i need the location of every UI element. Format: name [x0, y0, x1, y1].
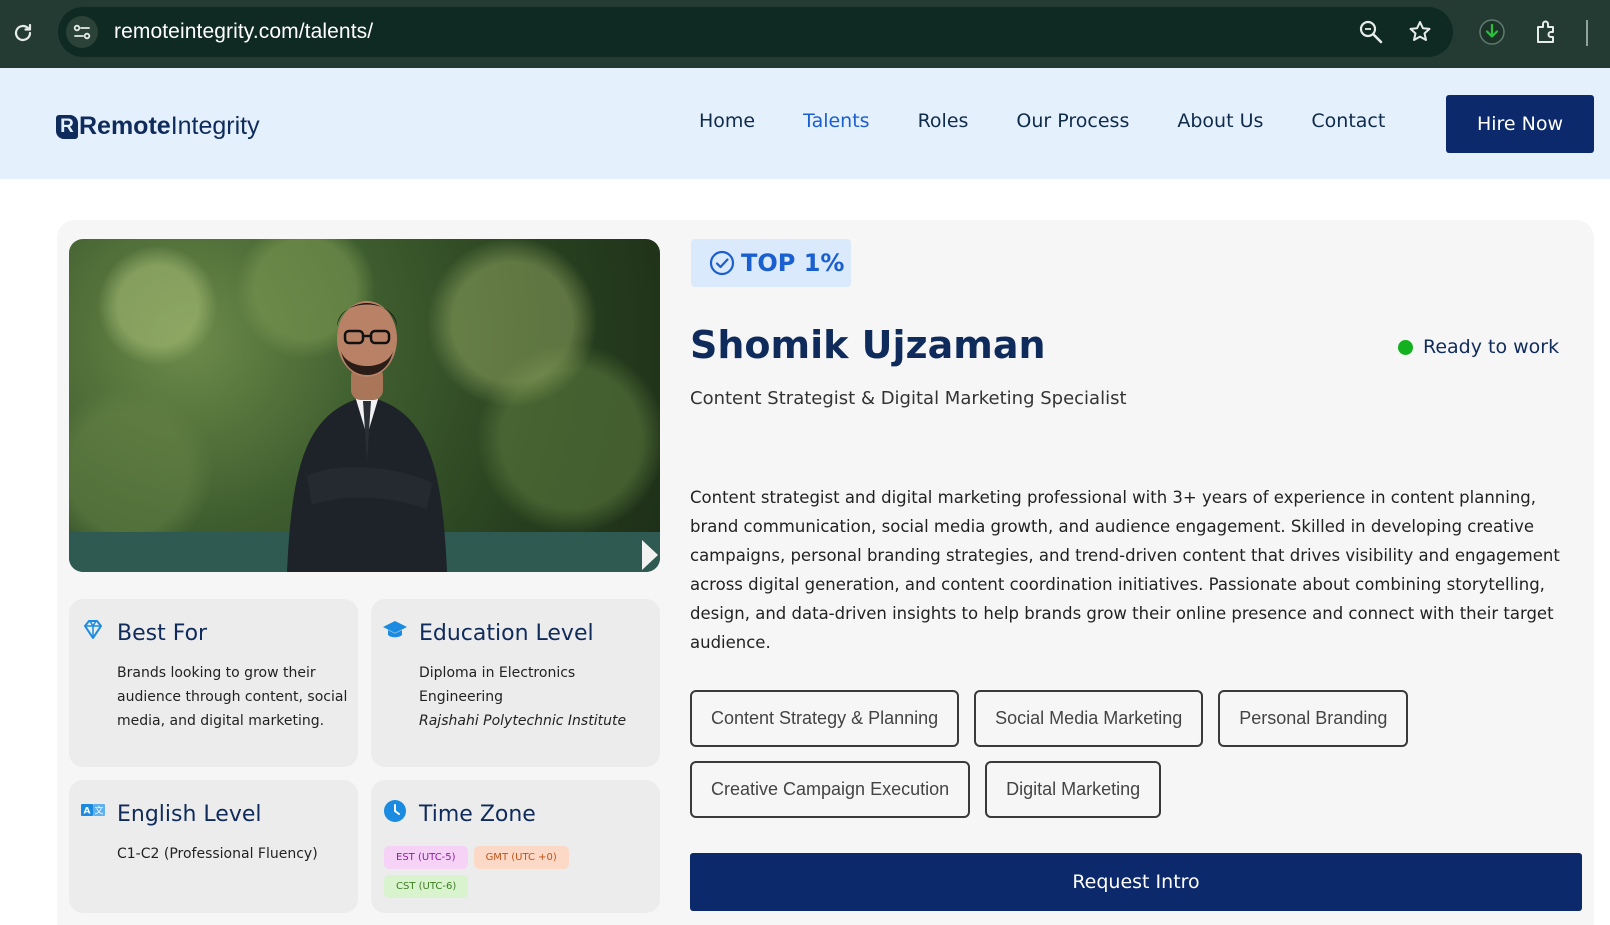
star-icon[interactable] [1407, 19, 1433, 45]
site-header: R Remote Integrity Home Talents Roles Our … [0, 68, 1610, 179]
address-bar[interactable]: remoteintegrity.com/talents/ [58, 7, 1453, 57]
top-badge: TOP 1% [691, 239, 851, 287]
main-nav: Home Talents Roles Our Process About Us … [699, 110, 1433, 132]
tz-badge-gmt: GMT (UTC +0) [473, 846, 569, 869]
hire-now-button[interactable]: Hire Now [1446, 95, 1594, 153]
skill-tag: Content Strategy & Planning [690, 690, 960, 747]
zoom-icon[interactable] [1358, 19, 1384, 45]
availability-status: Ready to work [1398, 336, 1559, 358]
talent-photo [69, 239, 660, 572]
check-circle-icon [709, 250, 735, 276]
english-text: C1-C2 (Professional Fluency) [117, 846, 318, 862]
skills-list: Content Strategy & Planning Social Media… [690, 690, 1590, 818]
best-for-box: Best For Brands looking to grow their au… [69, 599, 358, 767]
svg-text:文: 文 [94, 805, 103, 817]
nav-contact[interactable]: Contact [1311, 110, 1385, 132]
logo-mark-icon: R [56, 114, 78, 139]
talent-name: Shomik Ujzaman [690, 323, 1046, 367]
logo-bold-text: Remote [79, 112, 171, 140]
tz-badge-cst: CST (UTC-6) [384, 875, 469, 898]
nav-our-process[interactable]: Our Process [1016, 110, 1129, 132]
time-zone-box: Time Zone EST (UTC-5) GMT (UTC +0) CST (… [371, 780, 660, 913]
download-icon[interactable] [1478, 18, 1506, 46]
graduation-cap-icon [383, 621, 407, 638]
carousel-next-icon[interactable] [640, 538, 660, 572]
time-zone-title: Time Zone [419, 802, 536, 827]
svg-text:A: A [84, 807, 91, 817]
logo-light-text: Integrity [170, 112, 260, 140]
skill-tag: Creative Campaign Execution [690, 761, 971, 818]
education-title: Education Level [419, 621, 594, 646]
tz-badge-est: EST (UTC-5) [384, 846, 468, 869]
nav-talents[interactable]: Talents [803, 110, 869, 132]
request-intro-button[interactable]: Request Intro [690, 853, 1582, 911]
top-badge-label: TOP 1% [741, 249, 845, 277]
education-institute: Rajshahi Polytechnic Institute [419, 713, 627, 729]
translate-icon: A文 [81, 804, 105, 817]
time-zone-badges: EST (UTC-5) GMT (UTC +0) CST (UTC-6) [384, 846, 654, 898]
nav-roles[interactable]: Roles [918, 110, 969, 132]
site-logo[interactable]: R Remote Integrity [56, 112, 260, 141]
english-title: English Level [117, 802, 262, 827]
clock-icon [384, 800, 406, 822]
nav-home[interactable]: Home [699, 110, 755, 132]
status-dot-icon [1398, 339, 1413, 355]
reload-icon[interactable] [8, 18, 38, 48]
toolbar-divider [1586, 20, 1588, 46]
education-box: Education Level Diploma in Electronics E… [371, 599, 660, 767]
skill-tag: Social Media Marketing [974, 690, 1204, 747]
skill-tag: Personal Branding [1218, 690, 1409, 747]
skill-tag: Digital Marketing [985, 761, 1162, 818]
availability-label: Ready to work [1423, 336, 1560, 358]
nav-about-us[interactable]: About Us [1177, 110, 1263, 132]
browser-toolbar: remoteintegrity.com/talents/ [0, 0, 1610, 68]
talent-portrait [287, 301, 447, 572]
talent-role: Content Strategist & Digital Marketing S… [690, 388, 1127, 409]
education-degree: Diploma in Electronics Engineering [419, 665, 576, 705]
education-text: Diploma in Electronics Engineering Rajsh… [419, 661, 651, 733]
site-info-icon[interactable] [66, 16, 98, 48]
best-for-title: Best For [117, 621, 208, 646]
english-level-box: A文 English Level C1-C2 (Professional Flu… [69, 780, 358, 913]
best-for-text: Brands looking to grow their audience th… [117, 665, 348, 729]
talent-bio: Content strategist and digital marketing… [690, 488, 1560, 652]
diamond-icon [84, 620, 102, 639]
extensions-icon[interactable] [1533, 18, 1561, 46]
url-text[interactable]: remoteintegrity.com/talents/ [114, 20, 373, 44]
